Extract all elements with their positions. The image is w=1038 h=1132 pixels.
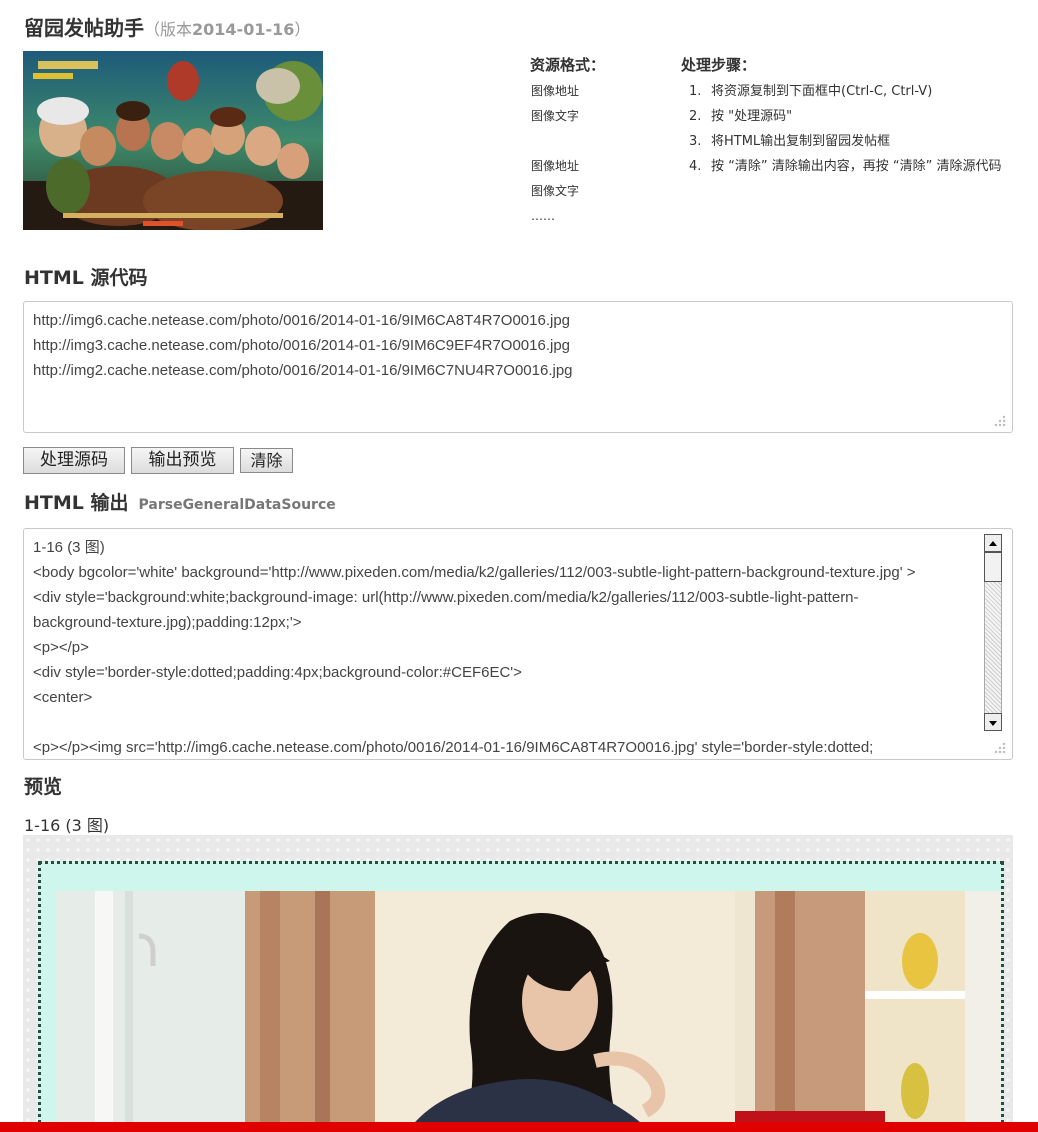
preview-heading: 预览 xyxy=(24,776,63,798)
output-heading: HTML 输出 ParseGeneralDataSource xyxy=(24,492,336,514)
step-item: 1. 将资源复制到下面框中(Ctrl-C, Ctrl-V) xyxy=(689,84,933,99)
format-item xyxy=(531,129,579,154)
page-title: 留园发帖助手（版本2014-01-16） xyxy=(24,16,311,40)
output-preview-button[interactable]: 输出预览 xyxy=(131,447,234,474)
source-line: http://img6.cache.netease.com/photo/0016… xyxy=(33,312,571,329)
format-heading: 资源格式： xyxy=(530,56,606,74)
scroll-up-arrow-icon[interactable] xyxy=(984,534,1002,552)
output-line: <div style='background:white;background-… xyxy=(33,589,859,606)
output-line: background-texture.jpg);padding:12px;'> xyxy=(33,614,302,631)
scroll-down-arrow-icon[interactable] xyxy=(984,713,1002,731)
preview-caption: 1-16 (3 图) xyxy=(24,816,110,835)
format-item: 图像地址 xyxy=(531,84,580,98)
output-subheading: ParseGeneralDataSource xyxy=(138,497,336,513)
source-heading: HTML 源代码 xyxy=(24,267,148,289)
source-line: http://img3.cache.netease.com/photo/0016… xyxy=(33,337,571,354)
bottom-red-bar xyxy=(0,1122,1038,1132)
format-item: 图像地址 xyxy=(531,159,580,173)
process-source-button[interactable]: 处理源码 xyxy=(23,447,125,474)
output-line: <div style='border-style:dotted;padding:… xyxy=(33,664,522,681)
format-item: …… xyxy=(531,209,555,223)
format-item: 图像文字 xyxy=(531,109,580,123)
clear-button[interactable]: 清除 xyxy=(240,448,293,473)
output-line: <body bgcolor='white' background='http:/… xyxy=(33,564,916,581)
preview-panel xyxy=(23,835,1013,1132)
step-item: 3. 将HTML输出复制到留园发帖框 xyxy=(689,134,891,149)
version-label: （版本2014-01-16） xyxy=(144,20,311,39)
source-line: http://img2.cache.netease.com/photo/0016… xyxy=(33,362,573,379)
output-line: 1-16 (3 图) xyxy=(33,539,105,556)
output-line: <p></p><img src='http://img6.cache.netea… xyxy=(33,739,874,756)
step-item: 4. 按 “清除” 清除输出内容，再按 “清除” 清除源代码 xyxy=(689,159,1002,174)
preview-photo xyxy=(55,891,1001,1132)
source-textarea[interactable]: http://img6.cache.netease.com/photo/0016… xyxy=(23,301,1013,433)
page: 留园发帖助手（版本2014-01-16） 资源格式： 图像地址 图像文字 图像地… xyxy=(0,0,1038,1132)
output-line: <p></p> xyxy=(33,639,89,656)
format-list: 图像地址 图像文字 图像地址 图像文字 …… xyxy=(531,79,579,229)
movie-poster-image xyxy=(23,51,323,230)
output-line: <center> xyxy=(33,689,93,706)
steps-heading: 处理步骤： xyxy=(681,56,757,74)
output-textarea[interactable]: 1-16 (3 图) <body bgcolor='white' backgro… xyxy=(23,528,1013,760)
scrollbar-thumb[interactable] xyxy=(984,552,1002,582)
step-item: 2. 按 "处理源码" xyxy=(689,109,793,124)
resize-grip-icon[interactable] xyxy=(994,415,1006,427)
preview-dotted-frame xyxy=(38,861,1004,1132)
resize-grip-icon[interactable] xyxy=(994,742,1006,754)
steps-list: 1. 将资源复制到下面框中(Ctrl-C, Ctrl-V) 2. 按 "处理源码" … xyxy=(689,79,1001,179)
output-scrollbar[interactable] xyxy=(984,534,1004,736)
format-item: 图像文字 xyxy=(531,184,580,198)
